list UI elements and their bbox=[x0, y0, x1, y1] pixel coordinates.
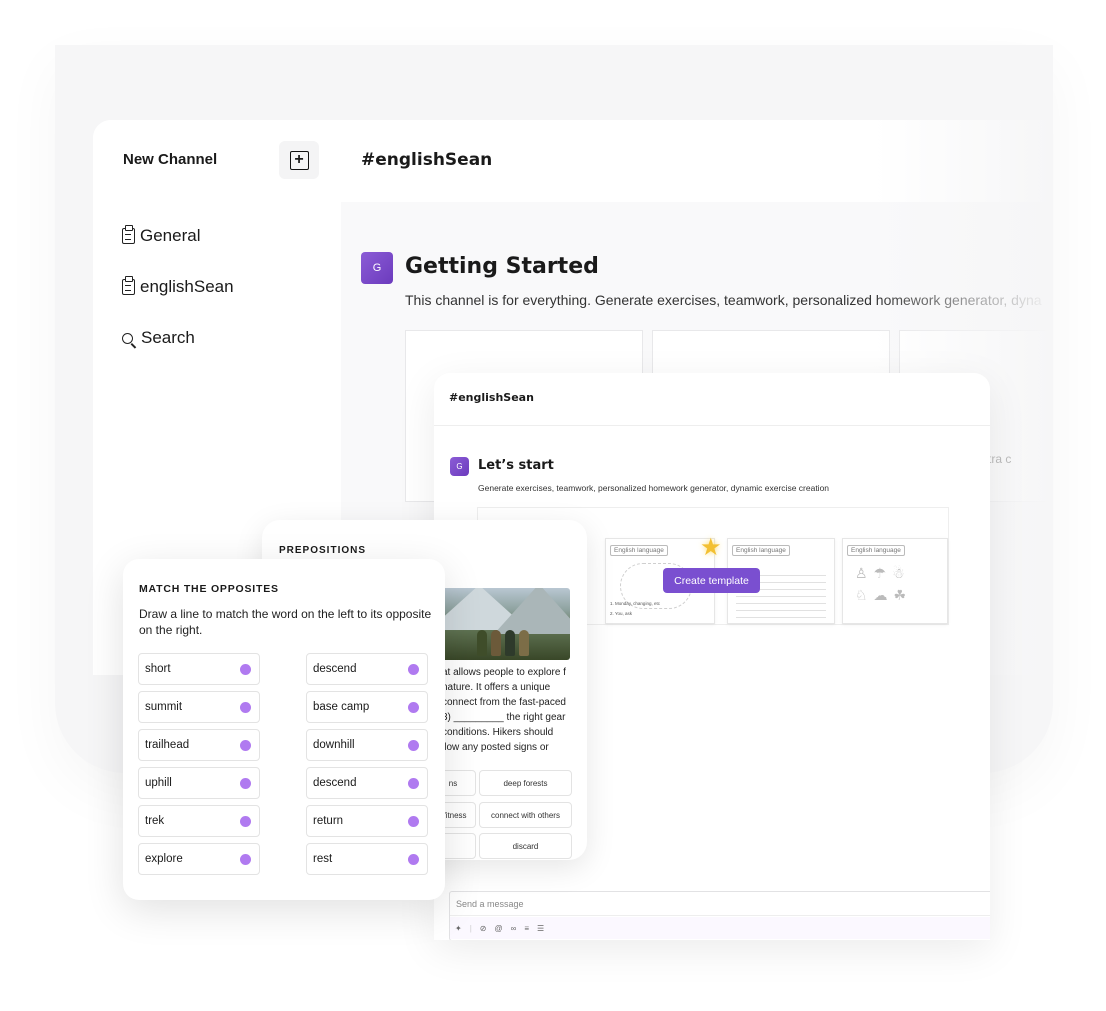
page-title: Getting Started bbox=[405, 254, 599, 279]
word-label: trailhead bbox=[145, 739, 190, 751]
hiker-figure bbox=[519, 630, 529, 656]
section-title: Let’s start bbox=[478, 458, 554, 473]
faded-text: tra c bbox=[988, 452, 1012, 466]
sidebar-item-label: englishSean bbox=[140, 277, 234, 296]
connector-dot[interactable] bbox=[240, 778, 251, 789]
mountain-shape bbox=[494, 588, 570, 634]
channel-title: #englishSean bbox=[361, 150, 493, 170]
plus-icon: + bbox=[289, 150, 309, 170]
instructions-text: Draw a line to match the word on the lef… bbox=[139, 607, 432, 637]
word-label: trek bbox=[145, 815, 165, 827]
right-word[interactable]: rest bbox=[306, 843, 428, 875]
composer-toolbar: ✦ | ⊘ @ ∞ ≡ ☰ bbox=[450, 917, 990, 939]
channel-header: #englishSean bbox=[434, 373, 990, 426]
passage-text: at allows people to explore f nature. It… bbox=[442, 667, 566, 753]
hiker-figure bbox=[477, 630, 487, 656]
word-label: descend bbox=[313, 777, 357, 789]
new-channel-label: New Channel bbox=[123, 151, 218, 168]
left-word[interactable]: trailhead bbox=[138, 729, 260, 761]
connector-dot[interactable] bbox=[408, 702, 419, 713]
add-channel-button[interactable]: + bbox=[279, 141, 319, 179]
card-title: PREPOSITIONS bbox=[279, 545, 367, 556]
answer-option[interactable]: deep forests bbox=[479, 770, 572, 796]
word-label: return bbox=[313, 815, 344, 827]
hiker-figure bbox=[491, 630, 501, 656]
left-word[interactable]: uphill bbox=[138, 767, 260, 799]
connector-dot[interactable] bbox=[408, 740, 419, 751]
connector-dot[interactable] bbox=[240, 816, 251, 827]
section-description: Generate exercises, teamwork, personaliz… bbox=[478, 483, 830, 493]
word-label: rest bbox=[313, 853, 333, 865]
worksheet-drawings: ♘☁☘ bbox=[855, 587, 913, 603]
mention-icon[interactable]: @ bbox=[494, 924, 502, 933]
left-word[interactable]: trek bbox=[138, 805, 260, 837]
worksheet-line: 2. You, ask bbox=[610, 611, 633, 616]
connector-dot[interactable] bbox=[240, 664, 251, 675]
word-label: descend bbox=[313, 663, 357, 675]
bullet-list-icon[interactable]: ☰ bbox=[537, 924, 544, 933]
language-tag: English language bbox=[847, 545, 905, 556]
worksheet-line: 1. Monday, changing, etc bbox=[610, 601, 660, 606]
channel-title: #englishSean bbox=[449, 391, 534, 404]
sidebar-item-general[interactable]: General bbox=[122, 225, 201, 246]
sidebar-item-label: Search bbox=[141, 328, 195, 347]
word-label: base camp bbox=[313, 701, 370, 713]
clipboard-icon bbox=[122, 276, 135, 295]
card-title: MATCH THE OPPOSITES bbox=[139, 583, 279, 595]
connector-dot[interactable] bbox=[408, 816, 419, 827]
right-word[interactable]: downhill bbox=[306, 729, 428, 761]
toolbar-divider: | bbox=[469, 923, 472, 933]
channel-avatar: G bbox=[361, 252, 393, 284]
message-composer: ✦ | ⊘ @ ∞ ≡ ☰ bbox=[449, 891, 990, 940]
hiker-figure bbox=[505, 630, 515, 656]
sidebar-item-englishsean[interactable]: englishSean bbox=[122, 276, 234, 297]
create-template-button[interactable]: Create template bbox=[663, 568, 760, 593]
answer-option[interactable]: discard bbox=[479, 833, 572, 859]
ordered-list-icon[interactable]: ≡ bbox=[524, 924, 529, 933]
left-word[interactable]: explore bbox=[138, 843, 260, 875]
link-icon[interactable]: ∞ bbox=[511, 924, 517, 933]
right-word[interactable]: descend bbox=[306, 653, 428, 685]
sidebar-item-label: General bbox=[140, 226, 201, 245]
connector-dot[interactable] bbox=[240, 740, 251, 751]
word-label: short bbox=[145, 663, 171, 675]
word-label: uphill bbox=[145, 777, 172, 789]
hikers-photo bbox=[439, 588, 570, 660]
sidebar-item-search[interactable]: Search bbox=[122, 328, 195, 348]
left-word[interactable]: short bbox=[138, 653, 260, 685]
attach-icon[interactable]: ⊘ bbox=[480, 924, 487, 933]
language-tag: English language bbox=[732, 545, 790, 556]
match-opposites-card: MATCH THE OPPOSITES Draw a line to match… bbox=[123, 559, 445, 900]
connector-dot[interactable] bbox=[240, 854, 251, 865]
clipboard-icon bbox=[122, 225, 135, 244]
connector-dot[interactable] bbox=[408, 778, 419, 789]
template-card[interactable]: English language ♙☂☃ ♘☁☘ bbox=[842, 538, 948, 624]
connector-dot[interactable] bbox=[408, 854, 419, 865]
word-label: summit bbox=[145, 701, 183, 713]
right-word[interactable]: descend bbox=[306, 767, 428, 799]
connector-dot[interactable] bbox=[408, 664, 419, 675]
message-input[interactable] bbox=[450, 892, 990, 916]
sparkle-icon[interactable]: ✦ bbox=[455, 924, 462, 933]
right-word[interactable]: return bbox=[306, 805, 428, 837]
word-label: explore bbox=[145, 853, 183, 865]
worksheet-drawings: ♙☂☃ bbox=[855, 565, 911, 581]
search-icon bbox=[122, 332, 133, 344]
star-icon: ★ bbox=[700, 534, 722, 561]
language-tag: English language bbox=[610, 545, 668, 556]
connector-dot[interactable] bbox=[240, 702, 251, 713]
right-word[interactable]: base camp bbox=[306, 691, 428, 723]
channel-avatar: G bbox=[450, 457, 469, 476]
word-label: downhill bbox=[313, 739, 355, 751]
left-word[interactable]: summit bbox=[138, 691, 260, 723]
answer-option[interactable]: connect with others bbox=[479, 802, 572, 828]
